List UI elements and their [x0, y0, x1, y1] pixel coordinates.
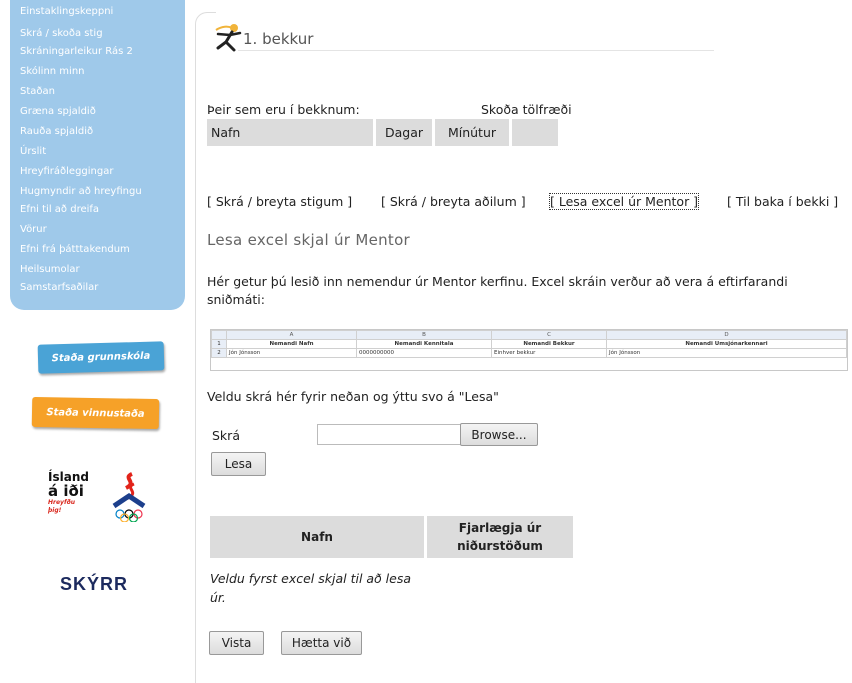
excel-r2-d: Jón Jónsson	[606, 348, 847, 358]
excel-row1-num: 1	[211, 339, 227, 349]
results-col-name: Nafn	[210, 516, 424, 558]
olympic-committee-icon	[112, 472, 146, 522]
excel-r2-c: Einhver bekkur	[491, 348, 607, 358]
sidebar-item-skolinn-minn[interactable]: Skólinn minn	[20, 66, 85, 77]
excel-corner	[211, 330, 227, 340]
sidebar-item-efni-dreifa[interactable]: Efni til að dreifa	[20, 204, 99, 215]
excel-row2-num: 2	[211, 348, 227, 358]
logo-island-tagline: Hreyfðu þig!	[48, 499, 75, 514]
stats-link[interactable]: Skoða tölfræði	[481, 102, 572, 117]
file-path-input[interactable]	[317, 424, 461, 445]
page-title: 1. bekkur	[243, 30, 314, 48]
excel-r1-c: Nemandi Bekkur	[491, 339, 607, 349]
skra-stig-link[interactable]: [ Skrá / breyta stigum ]	[207, 194, 352, 209]
members-col-minutur: Mínútur	[435, 119, 509, 146]
results-col-remove-line1: Fjarlægja úr	[458, 521, 542, 535]
skra-adila-link[interactable]: [ Skrá / breyta aðilum ]	[381, 194, 526, 209]
haetta-vid-button[interactable]: Hætta við	[281, 631, 362, 655]
excel-r2-b: 0000000000	[356, 348, 492, 358]
excel-r1-a: Nemandi Nafn	[226, 339, 357, 349]
sidebar-nav: Einstaklingskeppni Skrá / skoða stig Skr…	[10, 0, 185, 310]
stada-grunnskola-badge[interactable]: Staða grunnskóla	[37, 341, 165, 374]
vista-button[interactable]: Vista	[209, 631, 264, 655]
sidebar-item-skra-stig[interactable]: Skrá / skoða stig	[20, 28, 103, 39]
sidebar-item-efni-thatttakendum[interactable]: Efni frá þátttakendum	[20, 244, 130, 255]
sidebar-item-einstaklingskeppni[interactable]: Einstaklingskeppni	[20, 6, 113, 17]
excel-template-image: A B C D 1 Nemandi Nafn Nemandi Kennitala…	[210, 329, 848, 371]
members-label: Þeir sem eru í bekknum:	[207, 102, 360, 117]
members-col-name: Nafn	[207, 119, 373, 146]
sidebar-item-rauda-spjaldid[interactable]: Rauða spjaldið	[20, 126, 93, 137]
stada-vinnustada-badge[interactable]: Staða vinnustaða	[31, 396, 160, 430]
browse-button[interactable]: Browse...	[460, 423, 538, 446]
excel-r2-a: Jón Jónsson	[226, 348, 357, 358]
upload-instruction: Veldu skrá hér fyrir neðan og ýttu svo á…	[207, 389, 499, 404]
sidebar-item-vorur[interactable]: Vörur	[20, 224, 47, 235]
sidebar-item-skraningarleikur[interactable]: Skráningarleikur Rás 2	[20, 46, 133, 57]
sidebar-item-samstarfsadilar[interactable]: Samstarfsaðilar	[20, 282, 98, 293]
sidebar-item-urslit[interactable]: Úrslit	[20, 146, 46, 157]
excel-col-a: A	[226, 330, 357, 340]
results-col-remove-line2: niðurstöðum	[457, 539, 543, 553]
results-empty-message: Veldu fyrst excel skjal til að lesa úr.	[210, 571, 412, 605]
excel-col-c: C	[491, 330, 607, 340]
sidebar: Einstaklingskeppni Skrá / skoða stig Skr…	[0, 0, 185, 682]
island-a-idi-logo[interactable]: Ísland á iði Hreyfðu þig!	[48, 471, 90, 519]
sidebar-item-stadan[interactable]: Staðan	[20, 86, 55, 97]
results-col-remove: Fjarlægja úr niðurstöðum	[427, 516, 573, 558]
excel-col-d: D	[606, 330, 847, 340]
members-col-dagar: Dagar	[376, 119, 432, 146]
sidebar-item-graena-spjaldid[interactable]: Græna spjaldið	[20, 106, 96, 117]
section-heading: Lesa excel skjal úr Mentor	[207, 231, 411, 249]
title-divider	[238, 50, 714, 51]
skyrr-logo[interactable]: SKÝRR	[60, 574, 128, 595]
excel-r1-d: Nemandi Umsjónarkennari	[606, 339, 847, 349]
til-baka-link[interactable]: [ Til baka í bekki ]	[727, 194, 838, 209]
lesa-excel-link[interactable]: [ Lesa excel úr Mentor ]	[548, 193, 700, 210]
section-description: Hér getur þú lesið inn nemendur úr Mento…	[207, 274, 788, 307]
sidebar-item-heilsumolar[interactable]: Heilsumolar	[20, 264, 80, 275]
logo-island-line2: á iði	[48, 482, 84, 500]
sidebar-item-hugmyndir[interactable]: Hugmyndir að hreyfingu	[20, 186, 142, 197]
excel-r1-b: Nemandi Kennitala	[356, 339, 492, 349]
lesa-button[interactable]: Lesa	[211, 452, 266, 476]
sidebar-item-hreyfiradleggingar[interactable]: Hreyfiráðleggingar	[20, 166, 113, 177]
excel-col-b: B	[356, 330, 492, 340]
file-label: Skrá	[212, 428, 240, 443]
members-col-empty	[512, 119, 558, 146]
